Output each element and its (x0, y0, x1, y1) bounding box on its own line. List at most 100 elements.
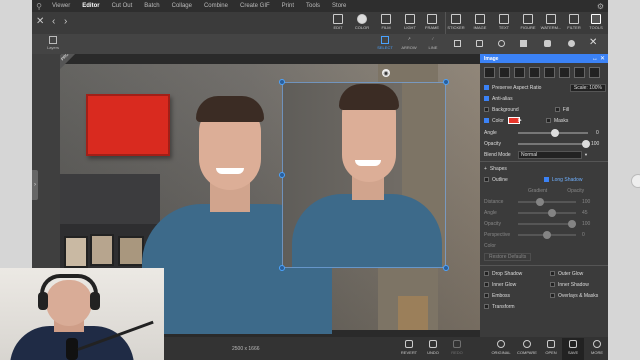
long-shadow-checkbox[interactable] (543, 177, 549, 182)
red-rectangle-shape[interactable] (86, 94, 170, 156)
angle-value[interactable]: 0 (596, 130, 599, 136)
distance-slider[interactable] (518, 197, 576, 206)
preserve-aspect-row[interactable]: Preserve Aspect Ratio Scale: 100% (484, 83, 606, 92)
rounded-rect-shape-icon[interactable] (476, 40, 483, 47)
select-tool-button[interactable]: SELECT (374, 36, 396, 50)
opacity2-slider-knob[interactable] (568, 219, 576, 228)
angle2-row[interactable]: Angle 45 (484, 208, 606, 217)
eye-visibility-icon[interactable]: ◉ (382, 69, 390, 77)
app-logo-icon[interactable]: ⚲ (32, 2, 46, 11)
expand-panel-icon[interactable]: › (32, 170, 38, 200)
resize-handle-left[interactable] (279, 172, 285, 178)
delete-icon[interactable] (484, 67, 495, 78)
menu-item-editor[interactable]: Editor (76, 3, 105, 9)
rotate-left-icon[interactable] (559, 67, 570, 78)
tool-film[interactable]: FILM (376, 14, 396, 30)
outer-glow-checkbox[interactable] (550, 271, 555, 276)
perspective-row[interactable]: Perspective 0 (484, 230, 606, 239)
flip-icon[interactable] (544, 67, 555, 78)
menu-item-collage[interactable]: Collage (166, 3, 198, 9)
opacity2-value[interactable]: 100 (582, 221, 590, 227)
outline-row[interactable]: Outline Long Shadow (484, 175, 606, 184)
scale-field[interactable]: Scale: 100% (569, 83, 606, 92)
filled-rect-shape-icon[interactable] (520, 40, 527, 47)
circle-shape-icon[interactable] (498, 40, 505, 47)
outline-checkbox[interactable] (484, 177, 489, 182)
settings-gear-icon[interactable]: ⚙ (597, 2, 608, 11)
angle-row[interactable]: Angle 0 (484, 128, 606, 137)
menu-item-create-gif[interactable]: Create GIF (234, 3, 276, 9)
perspective-slider-knob[interactable] (543, 230, 551, 239)
preserve-aspect-checkbox[interactable] (484, 85, 489, 90)
tool-light[interactable]: LIGHT (400, 14, 420, 30)
rectangle-shape-icon[interactable] (454, 40, 461, 47)
original-button[interactable]: ORIGINAL (490, 340, 512, 355)
rotate-right-icon[interactable] (574, 67, 585, 78)
close-icon[interactable]: ✕ (36, 16, 44, 27)
inner-shadow-checkbox[interactable] (550, 282, 555, 287)
opacity2-row[interactable]: Opacity 100 (484, 219, 606, 228)
resize-handle-top-right[interactable] (443, 79, 449, 85)
menu-item-batch[interactable]: Batch (138, 3, 165, 9)
background-row[interactable]: Background Fill (484, 105, 606, 114)
color-checkbox[interactable] (484, 118, 489, 123)
opacity-row[interactable]: Opacity 100 (484, 139, 606, 148)
menu-item-combine[interactable]: Combine (198, 3, 234, 9)
opacity-value[interactable]: 100 (591, 141, 599, 147)
angle2-value[interactable]: 45 (582, 210, 588, 216)
more-options-icon[interactable] (589, 67, 600, 78)
perspective-value[interactable]: 0 (582, 232, 585, 238)
menu-item-tools[interactable]: Tools (300, 3, 326, 9)
redo-button[interactable]: REDO (446, 340, 468, 355)
tool-watermark[interactable]: WATERM... (540, 14, 562, 30)
perspective-slider[interactable] (518, 230, 576, 239)
menu-item-print[interactable]: Print (276, 3, 300, 9)
background-checkbox[interactable] (484, 107, 489, 112)
menu-item-viewer[interactable]: Viewer (46, 3, 76, 9)
opacity-slider-knob[interactable] (582, 139, 590, 148)
align-icon[interactable] (529, 67, 540, 78)
distance-slider-knob[interactable] (536, 197, 544, 206)
opacity-slider[interactable] (518, 139, 590, 148)
close-shapes-icon[interactable]: ✕ (589, 37, 597, 48)
resize-handle-top-left[interactable] (279, 79, 285, 85)
duplicate-icon[interactable] (499, 67, 510, 78)
layer-order-icon[interactable] (514, 67, 525, 78)
chevron-down-icon[interactable]: ▼ (584, 152, 588, 157)
menu-item-cut-out[interactable]: Cut Out (106, 3, 139, 9)
tool-image[interactable]: IMAGE (470, 14, 490, 30)
transform-checkbox[interactable] (484, 304, 489, 309)
tool-filter[interactable]: FILTER (564, 14, 584, 30)
angle-slider[interactable] (518, 128, 588, 137)
tool-figure[interactable]: FIGURE (518, 14, 538, 30)
shapes-row[interactable]: + Shapes (484, 164, 606, 173)
tool-edit[interactable]: EDIT (328, 14, 348, 30)
plus-icon[interactable]: + (484, 166, 487, 172)
side-scroll-control[interactable] (631, 174, 640, 188)
angle-slider-knob[interactable] (551, 128, 559, 137)
restore-defaults-button[interactable]: Restore Defaults (484, 252, 532, 261)
tool-frame[interactable]: FRAME (422, 14, 442, 30)
close-panel-icon[interactable]: ✕ (600, 55, 605, 62)
line-tool-button[interactable]: ∕ LINE (422, 36, 444, 50)
open-button[interactable]: OPEN (540, 340, 562, 355)
collapse-panel-icon[interactable]: ↔ (592, 56, 598, 62)
tool-color[interactable]: COLOR (352, 14, 372, 30)
tool-text[interactable]: TEXT (494, 14, 514, 30)
resize-handle-bottom-left[interactable] (279, 265, 285, 271)
color2-row[interactable]: Color (484, 241, 606, 250)
overlays-masks-checkbox[interactable] (550, 293, 555, 298)
antialias-row[interactable]: Anti-alias (484, 94, 606, 103)
color-row[interactable]: Color ➤ Masks (484, 116, 606, 125)
more-button[interactable]: MORE (586, 340, 608, 355)
blend-mode-select[interactable]: Normal (518, 150, 582, 159)
back-arrow-icon[interactable]: ‹ (52, 16, 55, 27)
emboss-checkbox[interactable] (484, 293, 489, 298)
menu-item-store[interactable]: Store (326, 3, 352, 9)
layers-button[interactable]: Layers (42, 36, 64, 50)
revert-button[interactable]: REVERT (398, 340, 420, 355)
angle2-slider[interactable] (518, 208, 576, 217)
filled-rounded-shape-icon[interactable] (544, 40, 551, 47)
arrow-tool-button[interactable]: ↗ ARROW (398, 36, 420, 50)
save-button[interactable]: SAVE (562, 338, 584, 360)
